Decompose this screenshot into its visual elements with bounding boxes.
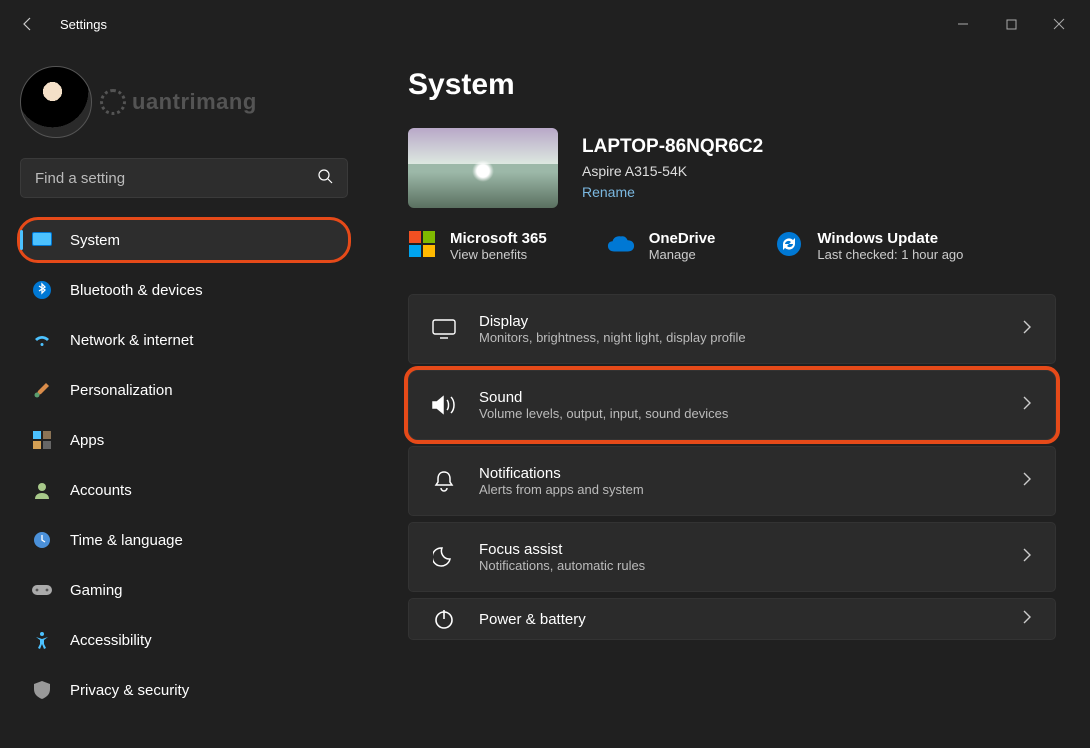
update-title: Windows Update bbox=[817, 230, 963, 247]
setting-sub: Alerts from apps and system bbox=[479, 482, 999, 497]
rename-link[interactable]: Rename bbox=[582, 182, 763, 203]
onedrive-tile[interactable]: OneDrive Manage bbox=[607, 230, 716, 262]
moon-icon bbox=[431, 546, 457, 568]
chevron-right-icon bbox=[1021, 547, 1033, 568]
apps-icon bbox=[32, 430, 52, 450]
chevron-right-icon bbox=[1021, 471, 1033, 492]
nav-item-accessibility[interactable]: Accessibility bbox=[20, 620, 348, 660]
update-icon bbox=[775, 230, 803, 258]
nav-item-gaming[interactable]: Gaming bbox=[20, 570, 348, 610]
bell-icon bbox=[431, 470, 457, 492]
brush-icon bbox=[32, 380, 52, 400]
setting-title: Notifications bbox=[479, 465, 999, 482]
sound-icon bbox=[431, 394, 457, 416]
page-title: System bbox=[408, 68, 1056, 102]
search-icon bbox=[317, 168, 333, 189]
setting-focus-assist[interactable]: Focus assist Notifications, automatic ru… bbox=[408, 522, 1056, 592]
chevron-right-icon bbox=[1021, 395, 1033, 416]
watermark-text: uantrimang bbox=[132, 89, 257, 115]
nav-label: Accessibility bbox=[70, 632, 152, 649]
onedrive-sub: Manage bbox=[649, 247, 716, 262]
setting-sub: Volume levels, output, input, sound devi… bbox=[479, 406, 999, 421]
nav-item-network[interactable]: Network & internet bbox=[20, 320, 348, 360]
nav-label: Network & internet bbox=[70, 332, 193, 349]
wifi-icon bbox=[32, 330, 52, 350]
nav-item-personalization[interactable]: Personalization bbox=[20, 370, 348, 410]
onedrive-title: OneDrive bbox=[649, 230, 716, 247]
chevron-right-icon bbox=[1021, 319, 1033, 340]
bluetooth-icon bbox=[32, 280, 52, 300]
nav-label: Privacy & security bbox=[70, 682, 189, 699]
close-button[interactable] bbox=[1036, 8, 1082, 40]
power-icon bbox=[431, 608, 457, 630]
update-sub: Last checked: 1 hour ago bbox=[817, 247, 963, 262]
m365-title: Microsoft 365 bbox=[450, 230, 547, 247]
shield-icon bbox=[32, 680, 52, 700]
search-box[interactable] bbox=[20, 158, 348, 198]
device-thumbnail bbox=[408, 128, 558, 208]
windows-update-tile[interactable]: Windows Update Last checked: 1 hour ago bbox=[775, 230, 963, 262]
setting-sub: Notifications, automatic rules bbox=[479, 558, 999, 573]
avatar bbox=[20, 66, 92, 138]
setting-notifications[interactable]: Notifications Alerts from apps and syste… bbox=[408, 446, 1056, 516]
nav-item-accounts[interactable]: Accounts bbox=[20, 470, 348, 510]
nav-label: System bbox=[70, 232, 120, 249]
nav-label: Gaming bbox=[70, 582, 123, 599]
nav-item-bluetooth[interactable]: Bluetooth & devices bbox=[20, 270, 348, 310]
device-model: Aspire A315-54K bbox=[582, 161, 763, 182]
nav-label: Bluetooth & devices bbox=[70, 282, 203, 299]
window-title: Settings bbox=[60, 17, 107, 32]
setting-power[interactable]: Power & battery bbox=[408, 598, 1056, 640]
nav-label: Time & language bbox=[70, 532, 183, 549]
chevron-right-icon bbox=[1021, 609, 1033, 630]
search-input[interactable] bbox=[35, 170, 317, 187]
maximize-button[interactable] bbox=[988, 8, 1034, 40]
setting-title: Sound bbox=[479, 389, 999, 406]
microsoft-365-tile[interactable]: Microsoft 365 View benefits bbox=[408, 230, 547, 262]
display-icon bbox=[431, 319, 457, 339]
nav-item-system[interactable]: System bbox=[20, 220, 348, 260]
nav-label: Accounts bbox=[70, 482, 132, 499]
setting-sound[interactable]: Sound Volume levels, output, input, soun… bbox=[408, 370, 1056, 440]
setting-sub: Monitors, brightness, night light, displ… bbox=[479, 330, 999, 345]
nav-item-time[interactable]: Time & language bbox=[20, 520, 348, 560]
setting-display[interactable]: Display Monitors, brightness, night ligh… bbox=[408, 294, 1056, 364]
user-profile[interactable]: uantrimang bbox=[20, 66, 348, 138]
minimize-button[interactable] bbox=[940, 8, 986, 40]
setting-title: Power & battery bbox=[479, 611, 999, 628]
setting-title: Display bbox=[479, 313, 999, 330]
onedrive-icon bbox=[607, 230, 635, 258]
setting-title: Focus assist bbox=[479, 541, 999, 558]
nav-item-privacy[interactable]: Privacy & security bbox=[20, 670, 348, 710]
nav-item-apps[interactable]: Apps bbox=[20, 420, 348, 460]
nav-label: Apps bbox=[70, 432, 104, 449]
microsoft-logo-icon bbox=[408, 230, 436, 258]
nav-label: Personalization bbox=[70, 382, 173, 399]
accessibility-icon bbox=[32, 630, 52, 650]
clock-globe-icon bbox=[32, 530, 52, 550]
system-icon bbox=[32, 230, 52, 250]
back-button[interactable] bbox=[8, 4, 48, 44]
person-icon bbox=[32, 480, 52, 500]
watermark: uantrimang bbox=[100, 89, 257, 115]
m365-sub: View benefits bbox=[450, 247, 547, 262]
device-name: LAPTOP-86NQR6C2 bbox=[582, 133, 763, 162]
gamepad-icon bbox=[32, 580, 52, 600]
